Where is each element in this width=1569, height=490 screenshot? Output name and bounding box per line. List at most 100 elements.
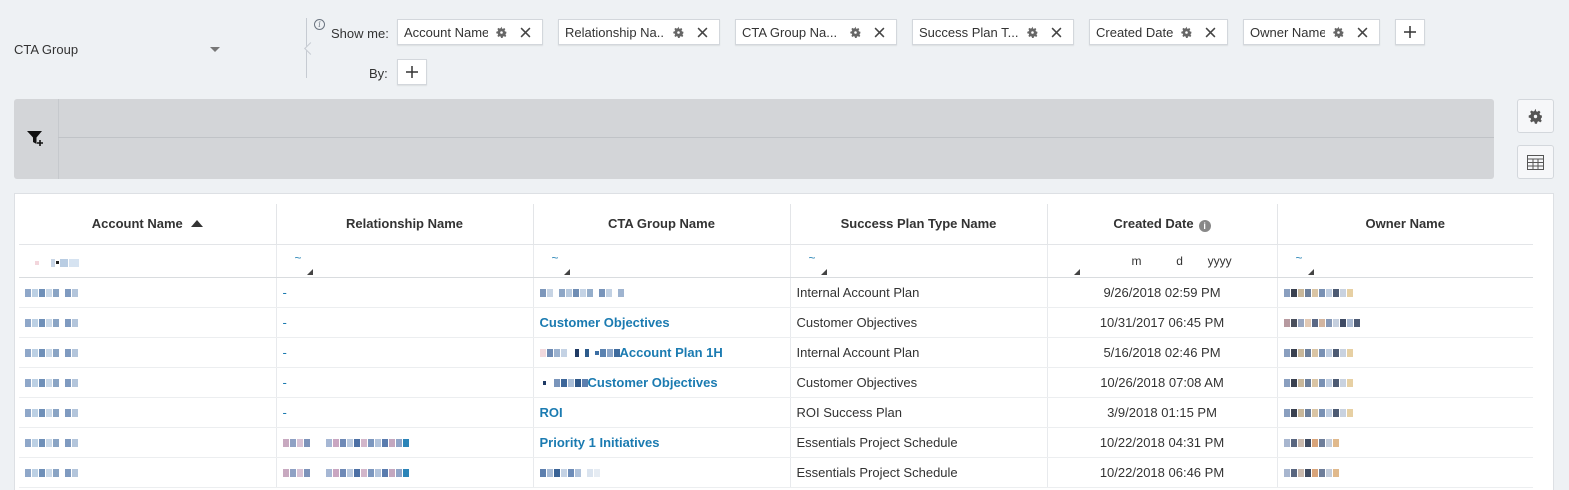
filter-success-plan-type[interactable]: ~ [790, 244, 1048, 278]
account-name-cell[interactable] [19, 367, 277, 398]
cta-group-name-cell[interactable] [533, 277, 791, 308]
column-header-created-date[interactable]: Created Date i [1047, 204, 1278, 245]
gear-icon[interactable] [848, 25, 862, 39]
date-year-label: yyyy [1207, 253, 1232, 268]
resize-handle-icon[interactable] [563, 268, 570, 275]
column-header-success-plan-type[interactable]: Success Plan Type Name [790, 204, 1048, 245]
filter-area[interactable] [14, 99, 1494, 179]
filter-cta-group-name[interactable]: ~ [533, 244, 791, 278]
owner-name-cell[interactable] [1277, 457, 1533, 488]
cta-group-name-link[interactable]: Customer Objectives [540, 315, 670, 330]
relationship-name-cell[interactable] [276, 427, 534, 458]
close-icon[interactable] [1203, 25, 1217, 39]
add-by-button[interactable] [397, 59, 427, 85]
redacted-value [539, 289, 624, 298]
column-header-relationship-name[interactable]: Relationship Name [276, 204, 534, 245]
close-icon[interactable] [518, 25, 532, 39]
add-filter-icon[interactable] [26, 129, 46, 147]
show-me-chip-created-date[interactable]: Created Date [1089, 19, 1228, 45]
gear-icon[interactable] [671, 25, 685, 39]
show-me-chip-cta-group-name[interactable]: CTA Group Na... [735, 19, 897, 45]
column-header-account-name[interactable]: Account Name [19, 204, 277, 245]
relationship-name-cell[interactable]: - [276, 367, 534, 398]
redacted-value [1283, 319, 1360, 328]
resize-handle-icon[interactable] [1307, 268, 1314, 275]
cta-group-name-cell[interactable]: Customer Objectives [533, 367, 791, 398]
cta-group-name-cell[interactable]: Customer Objectives [533, 307, 791, 338]
relationship-name-cell[interactable]: - [276, 337, 534, 368]
close-icon[interactable] [1049, 25, 1063, 39]
account-name-cell[interactable] [19, 457, 277, 488]
gear-icon[interactable] [1179, 25, 1193, 39]
close-icon[interactable] [872, 25, 886, 39]
gear-icon[interactable] [494, 25, 508, 39]
redacted-value [1283, 379, 1353, 388]
filter-relationship-name[interactable]: ~ [276, 244, 534, 278]
info-icon[interactable]: i [314, 19, 325, 30]
table-view-button[interactable] [1517, 145, 1554, 179]
chevron-down-icon[interactable] [210, 46, 220, 52]
column-header-cta-group-name[interactable]: CTA Group Name [533, 204, 791, 245]
table-row[interactable]: - Customer Objectives Customer Objective… [19, 367, 1533, 398]
add-show-me-button[interactable] [1395, 19, 1425, 45]
chip-label: Owner Name [1250, 24, 1325, 40]
resize-handle-icon[interactable] [820, 268, 827, 275]
show-me-chip-relationship-name[interactable]: Relationship Na... [558, 19, 720, 45]
cta-group-name-cell[interactable] [533, 457, 791, 488]
table-row[interactable]: - Account Plan 1H Internal Account Plan … [19, 337, 1533, 368]
cta-group-name-cell[interactable]: ROI [533, 397, 791, 428]
success-plan-type-cell: Customer Objectives [790, 307, 1048, 338]
account-name-cell[interactable] [19, 337, 277, 368]
account-name-cell[interactable] [19, 307, 277, 338]
table-row[interactable]: Priority 1 Initiatives Essentials Projec… [19, 427, 1533, 458]
table-row[interactable]: - ROI ROI Success Plan 3/9/2018 01:15 PM [19, 397, 1533, 428]
cta-group-name-link[interactable]: Priority 1 Initiatives [540, 435, 660, 450]
redacted-value [25, 289, 78, 298]
info-icon[interactable]: i [1198, 219, 1211, 232]
redacted-value [540, 379, 588, 388]
created-date-value: 10/31/2017 06:45 PM [1099, 314, 1225, 330]
owner-name-cell[interactable] [1277, 277, 1533, 308]
created-date-value: 9/26/2018 02:59 PM [1103, 284, 1221, 300]
gear-icon[interactable] [1331, 25, 1345, 39]
group-by-select[interactable]: CTA Group [14, 40, 224, 58]
table-row[interactable]: - Internal Account Plan 9/26/2018 02:59 … [19, 277, 1533, 308]
column-header-owner-name[interactable]: Owner Name [1277, 204, 1533, 245]
relationship-name-cell[interactable]: - [276, 397, 534, 428]
redacted-value [25, 349, 78, 358]
settings-button[interactable] [1517, 99, 1554, 133]
relationship-name-cell[interactable]: - [276, 307, 534, 338]
close-icon[interactable] [1355, 25, 1369, 39]
cta-group-name-link[interactable]: Customer Objectives [588, 375, 718, 390]
owner-name-cell[interactable] [1277, 307, 1533, 338]
redacted-value [282, 469, 409, 478]
filter-owner-name[interactable]: ~ [1277, 244, 1533, 278]
table-row[interactable]: Essentials Project Schedule 10/22/2018 0… [19, 457, 1533, 488]
resize-handle-icon[interactable] [306, 268, 313, 275]
show-me-chip-owner-name[interactable]: Owner Name [1243, 19, 1380, 45]
gear-icon[interactable] [1025, 25, 1039, 39]
account-name-cell[interactable] [19, 277, 277, 308]
show-me-chip-success-plan-type[interactable]: Success Plan T... [912, 19, 1074, 45]
table-icon [1527, 154, 1544, 170]
owner-name-cell[interactable] [1277, 427, 1533, 458]
show-me-chip-account-name[interactable]: Account Name [397, 19, 543, 45]
filter-account-name[interactable] [19, 244, 277, 278]
owner-name-cell[interactable] [1277, 337, 1533, 368]
resize-handle-icon[interactable] [1073, 268, 1080, 275]
account-name-cell[interactable] [19, 397, 277, 428]
redacted-value [1283, 439, 1339, 448]
sort-ascending-icon[interactable] [190, 220, 203, 228]
close-icon[interactable] [695, 25, 709, 39]
cta-group-name-link[interactable]: ROI [540, 405, 563, 420]
cta-group-name-cell[interactable]: Account Plan 1H [533, 337, 791, 368]
owner-name-cell[interactable] [1277, 367, 1533, 398]
account-name-cell[interactable] [19, 427, 277, 458]
cta-group-name-cell[interactable]: Priority 1 Initiatives [533, 427, 791, 458]
relationship-name-cell[interactable]: - [276, 277, 534, 308]
table-row[interactable]: - Customer Objectives Customer Objective… [19, 307, 1533, 338]
cta-group-name-link[interactable]: Account Plan 1H [620, 345, 723, 360]
filter-created-date[interactable]: m d yyyy [1047, 244, 1278, 278]
relationship-name-cell[interactable] [276, 457, 534, 488]
owner-name-cell[interactable] [1277, 397, 1533, 428]
